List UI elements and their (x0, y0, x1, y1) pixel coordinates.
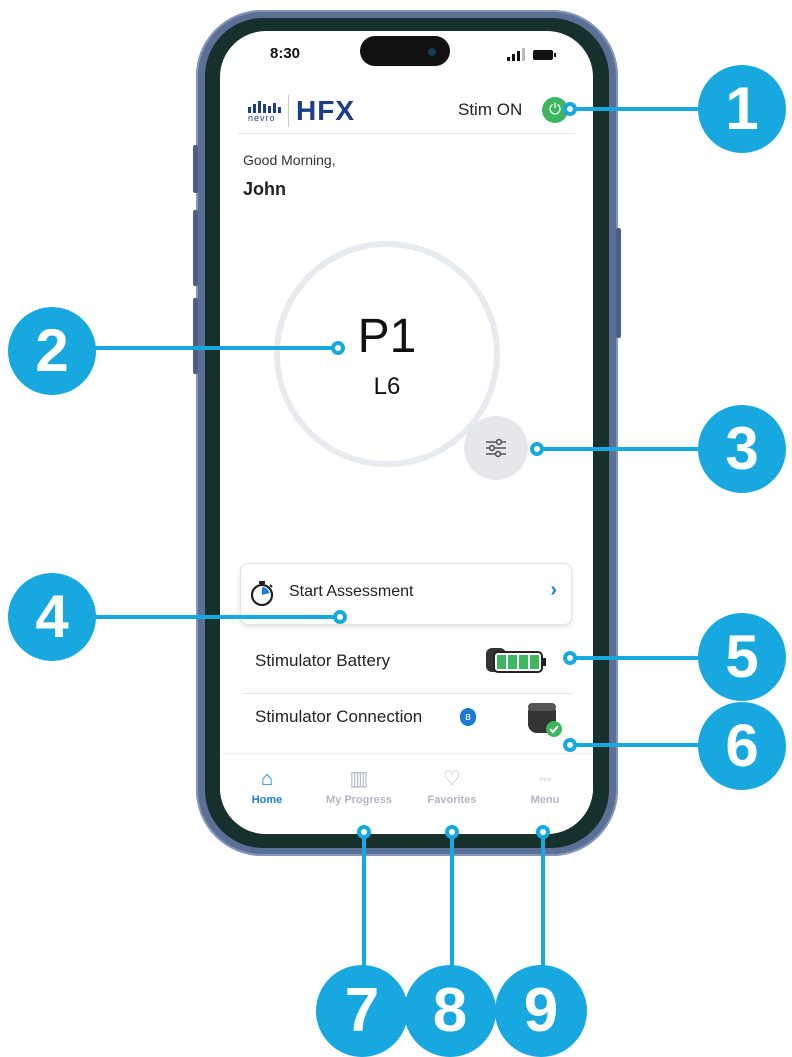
connection-label: Stimulator Connection (255, 707, 423, 726)
stimulator-connected-icon (528, 703, 562, 737)
tab-favorites[interactable]: ♡ Favorites (407, 766, 497, 806)
callout-badge-2: 2 (8, 307, 96, 395)
callout-badge-8: 8 (404, 965, 496, 1057)
stim-status-label: Stim ON (458, 100, 523, 119)
callout-line-4 (90, 615, 340, 619)
program-level: L6 (373, 373, 401, 400)
callout-line-2 (90, 346, 340, 350)
dynamic-island (360, 36, 450, 66)
battery-icon (486, 648, 546, 673)
callout-dot-4 (333, 610, 347, 624)
greeting-text: Good Morning, (243, 152, 336, 168)
camera-icon (428, 48, 436, 56)
phone-power-button (616, 228, 621, 338)
bar-chart-icon: ▥ (349, 768, 369, 790)
program-number: P1 (357, 310, 417, 363)
phone-volume-down (193, 298, 198, 374)
assessment-label: Start Assessment (289, 583, 414, 600)
tab-label: Home (251, 794, 283, 806)
battery-cell (497, 655, 506, 669)
logo-wordmark: nevro (248, 113, 276, 123)
status-time: 8:30 (270, 45, 301, 62)
callout-line-3 (540, 447, 705, 451)
callout-badge-6: 6 (698, 702, 786, 790)
callout-badge-1: 1 (698, 65, 786, 153)
callout-dot-9 (536, 825, 550, 839)
callout-line-5 (570, 656, 700, 660)
user-name: John (243, 179, 286, 199)
callout-line-6 (570, 743, 700, 747)
phone-battery-icon (533, 50, 556, 60)
callout-dot-2 (331, 341, 345, 355)
callout-dot-7 (357, 825, 371, 839)
tab-my-progress[interactable]: ▥ My Progress (314, 766, 404, 806)
signal-icon (507, 47, 525, 61)
app-screen: 8:30 nevro HFX Stim ON ⏻ Good Morning, J… (220, 31, 593, 834)
app-title: HFX (296, 95, 355, 126)
tab-home[interactable]: ⌂ Home (222, 766, 312, 806)
battery-cell (519, 655, 528, 669)
sliders-icon[interactable] (464, 416, 528, 480)
battery-cell (508, 655, 517, 669)
callout-dot-1 (563, 102, 577, 116)
logo-divider (288, 95, 289, 127)
header-divider (238, 133, 575, 134)
heart-icon: ♡ (443, 768, 461, 790)
callout-badge-7: 7 (316, 965, 408, 1057)
stopwatch-icon (250, 581, 274, 606)
row-divider (242, 693, 572, 694)
phone-volume-up (193, 210, 198, 286)
more-icon: ◦◦◦ (538, 772, 552, 786)
callout-dot-6 (563, 738, 577, 752)
tab-menu[interactable]: ◦◦◦ Menu (500, 766, 590, 806)
callout-badge-9: 9 (495, 965, 587, 1057)
callout-badge-5: 5 (698, 613, 786, 701)
callout-dot-8 (445, 825, 459, 839)
chevron-right-icon: › (550, 579, 557, 601)
tab-label: My Progress (325, 794, 393, 806)
callout-dot-3 (530, 442, 544, 456)
battery-label: Stimulator Battery (255, 651, 391, 670)
callout-line-1 (570, 107, 700, 111)
tab-bar: ⌂ Home ▥ My Progress ♡ Favorites ◦◦◦ Men… (220, 753, 593, 834)
callout-badge-3: 3 (698, 405, 786, 493)
phone-silent-switch (193, 145, 198, 193)
home-icon: ⌂ (260, 768, 274, 790)
callout-dot-5 (563, 651, 577, 665)
tab-label: Favorites (427, 794, 477, 806)
bluetooth-icon: ʙ (460, 708, 476, 726)
tab-label: Menu (530, 794, 560, 806)
callout-badge-4: 4 (8, 573, 96, 661)
battery-cell (530, 655, 539, 669)
